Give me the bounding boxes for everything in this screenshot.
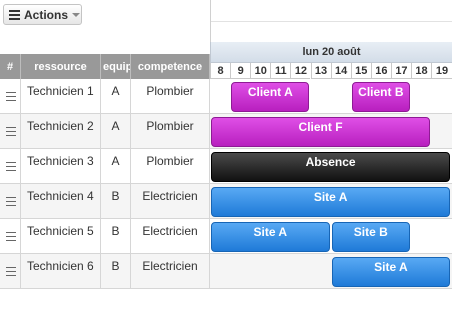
- event-bar[interactable]: Client F: [211, 117, 431, 147]
- drag-handle-icon[interactable]: [6, 232, 16, 241]
- team-cell: A: [101, 79, 131, 114]
- skill-cell: Plombier: [131, 114, 210, 149]
- grid-bottom-border: [0, 288, 452, 289]
- event-bar[interactable]: Site B: [331, 222, 410, 252]
- hour-label: 10: [250, 63, 271, 79]
- row-drag-cell[interactable]: [0, 184, 21, 219]
- grid-toolbar-spacer: [0, 27, 210, 54]
- row-drag-cell[interactable]: [0, 79, 21, 114]
- table-row[interactable]: Technicien 2 A Plombier Client F: [0, 114, 452, 149]
- hour-label: 18: [411, 63, 432, 79]
- resource-cell: Technicien 6: [21, 254, 101, 289]
- table-row[interactable]: Technicien 4 B Electricien Site A: [0, 184, 452, 219]
- team-cell: A: [101, 149, 131, 184]
- hour-label: 9: [230, 63, 251, 79]
- skill-cell: Plombier: [131, 149, 210, 184]
- skill-cell: Electricien: [131, 254, 210, 289]
- column-header-index[interactable]: #: [0, 54, 21, 79]
- gantt-lane[interactable]: Client F: [210, 114, 452, 149]
- hour-label: 8: [210, 63, 231, 79]
- table-row[interactable]: Technicien 6 B Electricien Site A: [0, 254, 452, 289]
- team-cell: B: [101, 219, 131, 254]
- hour-label: 14: [330, 63, 351, 79]
- drag-handle-icon[interactable]: [6, 267, 16, 276]
- actions-button[interactable]: Actions: [3, 4, 82, 25]
- hour-label: 11: [270, 63, 291, 79]
- skill-cell: Plombier: [131, 79, 210, 114]
- event-bar[interactable]: Site A: [331, 257, 451, 287]
- resource-cell: Technicien 4: [21, 184, 101, 219]
- gantt-lane[interactable]: Absence: [210, 149, 452, 184]
- team-cell: B: [101, 254, 131, 289]
- table-row[interactable]: Technicien 3 A Plombier Absence: [0, 149, 452, 184]
- gantt-lane[interactable]: Site A: [210, 254, 452, 289]
- row-drag-cell[interactable]: [0, 149, 21, 184]
- hour-label: 17: [390, 63, 411, 79]
- hour-label: 19: [431, 63, 452, 79]
- resource-cell: Technicien 3: [21, 149, 101, 184]
- hour-label: 16: [370, 63, 391, 79]
- actions-button-label: Actions: [24, 7, 69, 22]
- event-bar[interactable]: Client B: [351, 82, 410, 112]
- column-header-skill[interactable]: competence: [131, 54, 210, 79]
- hour-label: 15: [350, 63, 371, 79]
- hour-label: 13: [310, 63, 331, 79]
- row-drag-cell[interactable]: [0, 254, 21, 289]
- event-bar[interactable]: Absence: [211, 152, 451, 182]
- event-bar[interactable]: Site A: [211, 222, 330, 252]
- event-bar[interactable]: Site A: [211, 187, 451, 217]
- timeline-day-header: lun 20 août: [210, 42, 452, 63]
- gantt-lane[interactable]: Site A: [210, 184, 452, 219]
- drag-handle-icon[interactable]: [6, 162, 16, 171]
- table-row[interactable]: Technicien 5 B Electricien Site A Site B: [0, 219, 452, 254]
- row-drag-cell[interactable]: [0, 114, 21, 149]
- skill-cell: Electricien: [131, 219, 210, 254]
- resource-cell: Technicien 1: [21, 79, 101, 114]
- column-header-resource[interactable]: ressource: [21, 54, 101, 79]
- drag-handle-icon[interactable]: [6, 197, 16, 206]
- list-icon: [9, 9, 20, 20]
- timeline-hour-row: 8 9 10 11 12 13 14 15 16 17 18 19: [210, 63, 452, 79]
- column-header-team[interactable]: equipe: [101, 54, 131, 79]
- row-drag-cell[interactable]: [0, 219, 21, 254]
- timeline-top-row: [211, 0, 452, 22]
- hour-label: 12: [290, 63, 311, 79]
- event-bar[interactable]: Client A: [231, 82, 310, 112]
- team-cell: B: [101, 184, 131, 219]
- resource-cell: Technicien 2: [21, 114, 101, 149]
- gantt-lane[interactable]: Site A Site B: [210, 219, 452, 254]
- table-row[interactable]: Technicien 1 A Plombier Client A Client B: [0, 79, 452, 114]
- resource-cell: Technicien 5: [21, 219, 101, 254]
- gantt-lane[interactable]: Client A Client B: [210, 79, 452, 114]
- caret-down-icon: [72, 12, 81, 17]
- drag-handle-icon[interactable]: [6, 127, 16, 136]
- skill-cell: Electricien: [131, 184, 210, 219]
- timeline-top-row-2: [211, 22, 452, 42]
- drag-handle-icon[interactable]: [6, 92, 16, 101]
- team-cell: A: [101, 114, 131, 149]
- timeline-top-area: [210, 0, 452, 42]
